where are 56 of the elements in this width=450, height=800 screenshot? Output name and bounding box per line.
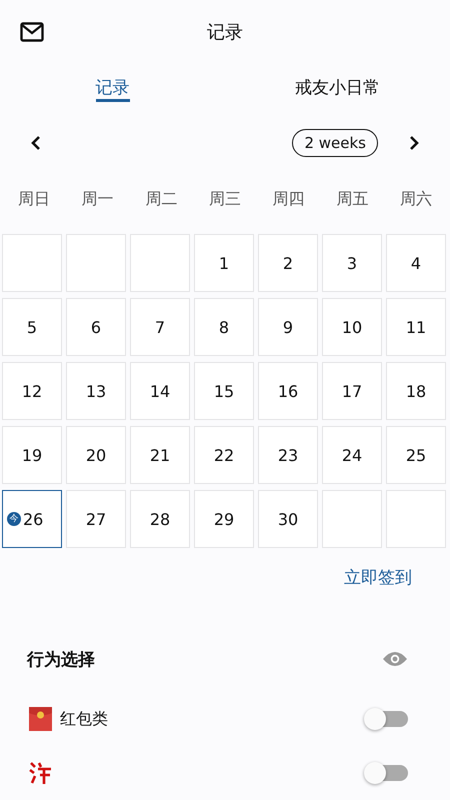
day-cell[interactable]: 20 xyxy=(66,426,126,484)
day-cell[interactable]: 27 xyxy=(66,490,126,548)
page-title: 记录 xyxy=(207,20,243,44)
day-cell[interactable]: 7 xyxy=(130,298,190,356)
day-cell[interactable]: 11 xyxy=(386,298,446,356)
day-cell[interactable]: 2 xyxy=(258,234,318,292)
empty-cell xyxy=(130,234,190,292)
tab[interactable]: 戒友小日常 xyxy=(225,64,450,112)
previous-icon[interactable] xyxy=(30,136,42,150)
day-cell[interactable]: 9 xyxy=(258,298,318,356)
empty-cell xyxy=(322,490,382,548)
day-cell[interactable]: 23 xyxy=(258,426,318,484)
weekday-label: 周四 xyxy=(272,188,306,210)
day-cell[interactable]: 30 xyxy=(258,490,318,548)
day-cell[interactable]: 22 xyxy=(194,426,254,484)
glyph-icon xyxy=(29,761,52,785)
day-cell[interactable]: 15 xyxy=(194,362,254,420)
day-cell[interactable]: 1 xyxy=(194,234,254,292)
day-cell[interactable]: 6 xyxy=(66,298,126,356)
mail-icon[interactable] xyxy=(20,22,44,42)
day-cell[interactable]: 5 xyxy=(2,298,62,356)
eye-icon[interactable] xyxy=(382,651,408,668)
day-cell[interactable]: 25 xyxy=(386,426,446,484)
day-cell[interactable]: 21 xyxy=(130,426,190,484)
sign-in-link[interactable]: 立即签到 xyxy=(344,566,412,606)
behavior-label: 红包类 xyxy=(60,708,108,730)
day-cell[interactable]: 19 xyxy=(2,426,62,484)
day-cell[interactable]: 29 xyxy=(194,490,254,548)
next-icon[interactable] xyxy=(408,136,420,150)
weekday-label: 周一 xyxy=(80,188,115,210)
weekday-label: 周五 xyxy=(335,188,370,210)
day-cell[interactable]: 14 xyxy=(130,362,190,420)
empty-cell xyxy=(66,234,126,292)
range-button[interactable]: 2 weeks xyxy=(292,128,378,157)
day-cell[interactable]: 今 26 xyxy=(2,490,62,548)
day-cell[interactable]: 17 xyxy=(322,362,382,420)
day-cell[interactable]: 10 xyxy=(322,298,382,356)
empty-cell xyxy=(2,234,62,292)
weekday-label: 周日 xyxy=(16,188,51,210)
section-title: 行为选择 xyxy=(27,648,96,671)
day-cell[interactable]: 24 xyxy=(322,426,382,484)
weekday-label: 周二 xyxy=(144,188,178,210)
day-cell[interactable]: 8 xyxy=(194,298,254,356)
day-cell[interactable]: 4 xyxy=(386,234,446,292)
empty-cell xyxy=(386,490,446,548)
day-cell[interactable]: 28 xyxy=(130,490,190,548)
day-cell[interactable]: 18 xyxy=(386,362,446,420)
day-number: 26 xyxy=(23,510,44,529)
weekday-label: 周三 xyxy=(208,188,242,210)
envelope-icon xyxy=(29,707,52,731)
day-cell[interactable]: 16 xyxy=(258,362,318,420)
day-cell[interactable]: 3 xyxy=(322,234,382,292)
weekday-label: 周六 xyxy=(399,188,434,210)
today-badge: 今 xyxy=(7,512,21,526)
day-cell[interactable]: 12 xyxy=(2,362,62,420)
day-cell[interactable]: 13 xyxy=(66,362,126,420)
